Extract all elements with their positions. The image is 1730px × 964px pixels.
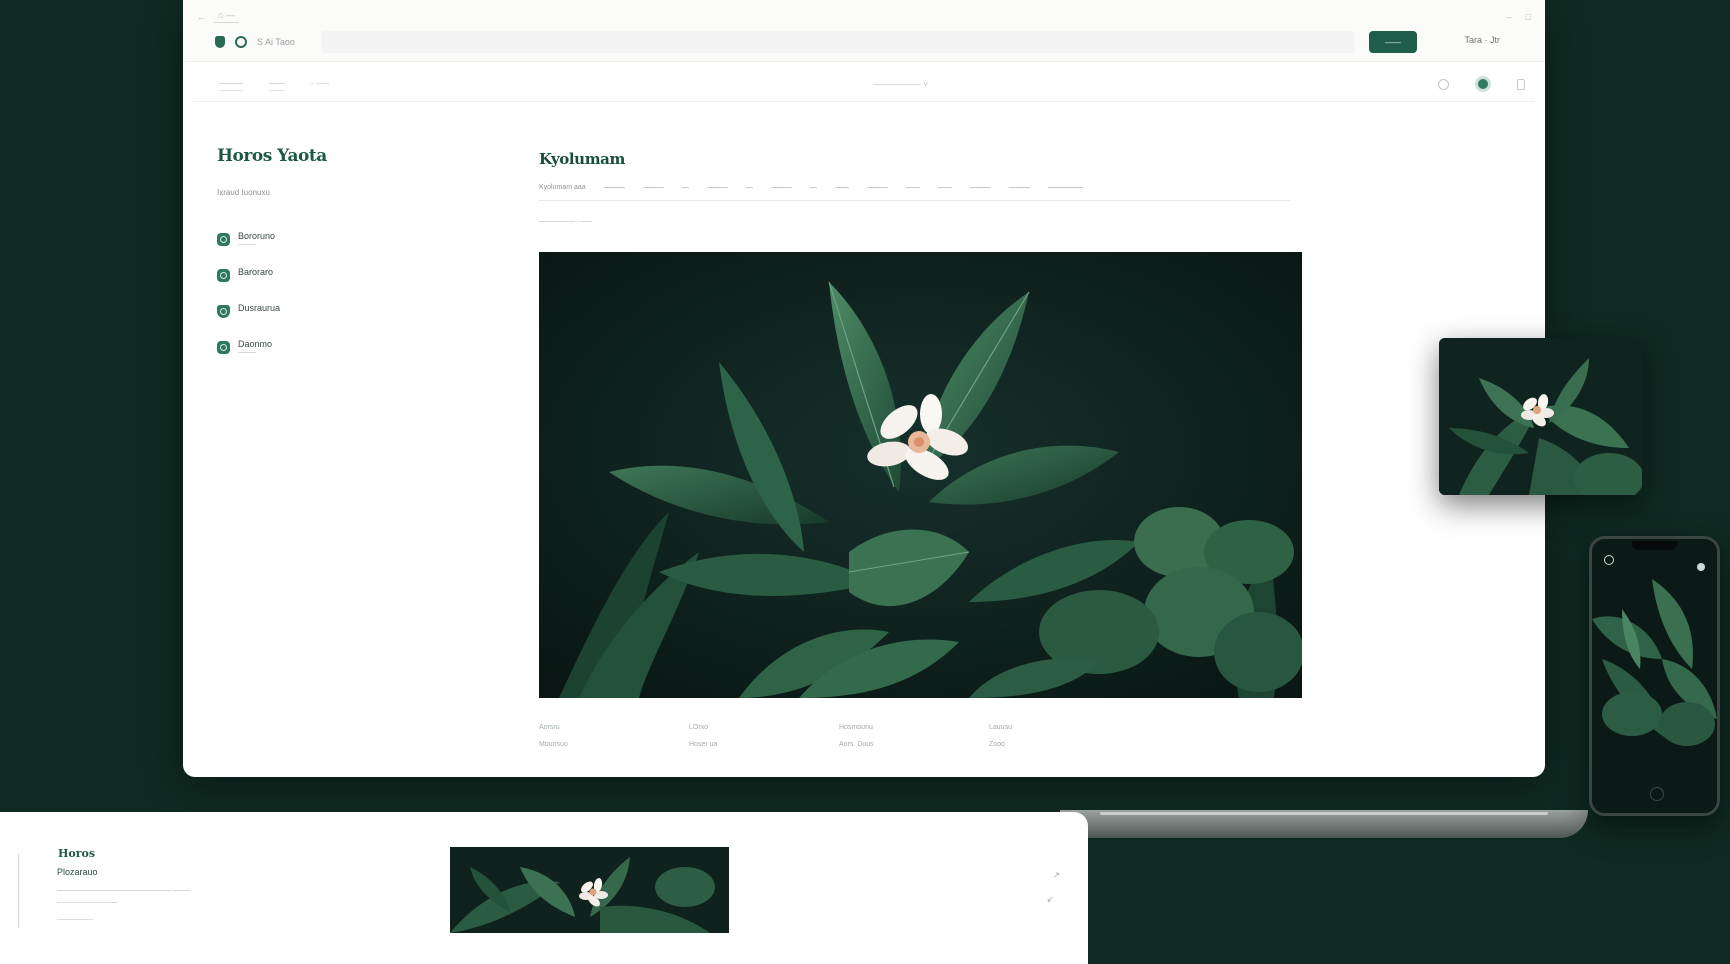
address-label: S Ai Taoo bbox=[257, 37, 295, 47]
divider bbox=[539, 200, 1291, 201]
browser-tab[interactable]: ⌂ — bbox=[214, 10, 239, 23]
breadcrumb-item[interactable]: ——— bbox=[867, 184, 888, 191]
table-cell: Zooo bbox=[989, 741, 1005, 748]
table-cell: Aors. Dous bbox=[839, 741, 874, 748]
breadcrumb-item[interactable]: ——— bbox=[707, 184, 728, 191]
meta-line: —————— · —— bbox=[539, 219, 593, 225]
sidebar-item-sub: ——— bbox=[238, 350, 256, 356]
avatar[interactable] bbox=[1475, 76, 1491, 92]
brand-subtitle: Ixraud Iuonuxu bbox=[217, 188, 270, 197]
banner-title: Plozarauo bbox=[57, 867, 98, 877]
primary-action-button[interactable]: —— bbox=[1369, 31, 1417, 53]
breadcrumb-item[interactable]: — bbox=[810, 184, 817, 191]
subnav-link-3[interactable]: - ----- bbox=[311, 79, 329, 90]
breadcrumb-item[interactable]: ——— bbox=[1009, 184, 1030, 191]
main-content: Kyolumam Kyolumam aaa ——— ——— — ——— — ——… bbox=[539, 150, 1303, 225]
back-icon[interactable]: ← bbox=[197, 12, 206, 22]
search-icon[interactable] bbox=[1438, 78, 1449, 90]
phone-notch bbox=[1632, 541, 1677, 550]
shield-icon bbox=[217, 305, 230, 318]
address-bar[interactable] bbox=[320, 31, 1355, 53]
table-cell: Mounsuo bbox=[539, 741, 568, 748]
page-title: Kyolumam bbox=[539, 150, 625, 168]
phone-menu-icon[interactable] bbox=[1697, 563, 1705, 571]
sidebar: Horos Yaota Ixraud Iuonuxu Bororuno ——— … bbox=[217, 146, 417, 375]
breadcrumb-item[interactable]: ——— bbox=[970, 184, 991, 191]
arrow-icon[interactable]: ↙ bbox=[1046, 894, 1054, 905]
breadcrumb-item[interactable]: — bbox=[682, 184, 689, 191]
table-row: Mounsuo Hoser ua Aors. Dous Zooo bbox=[539, 741, 1139, 748]
browser-chrome: ← ⌂ — – □ S Ai Taoo —— Tara · Jtr bbox=[183, 0, 1545, 62]
brand-logo[interactable]: Horos Yaota bbox=[217, 146, 417, 166]
phone-home-icon[interactable] bbox=[1650, 787, 1664, 801]
tablet-preview-card[interactable] bbox=[1439, 338, 1642, 495]
breadcrumb-item[interactable]: — bbox=[746, 184, 753, 191]
bookmark-icon[interactable] bbox=[1517, 78, 1525, 90]
banner-plant-illustration bbox=[450, 847, 729, 933]
banner-text: ——————————————————— ——— bbox=[57, 888, 191, 894]
breadcrumb-item[interactable]: ——— bbox=[643, 184, 664, 191]
banner-plant-image bbox=[450, 847, 729, 933]
phone-preview[interactable] bbox=[1589, 536, 1720, 816]
table-cell: Hoser ua bbox=[689, 741, 718, 748]
table-cell: Lauusu bbox=[989, 724, 1012, 731]
phone-camera-icon[interactable] bbox=[1604, 555, 1614, 565]
minimize-icon[interactable]: – bbox=[1507, 12, 1512, 22]
banner-text: —————— bbox=[57, 917, 93, 923]
table-row: Aorsru LOrxo Hosmounu Lauusu bbox=[539, 724, 1139, 731]
table-cell: Hosmounu bbox=[839, 724, 873, 731]
banner-brand[interactable]: Horos bbox=[58, 847, 95, 860]
details-table: Aorsru LOrxo Hosmounu Lauusu Mounsuo Hos… bbox=[539, 724, 1139, 758]
laptop-base bbox=[1060, 810, 1588, 838]
breadcrumb-item[interactable]: —— bbox=[906, 184, 920, 191]
sidebar-item-label: Baroraro bbox=[238, 267, 274, 277]
subnav-link-2[interactable]: —— bbox=[269, 79, 285, 91]
sidebar-item-4[interactable]: Daonmo ——— bbox=[217, 339, 417, 375]
sidebar-item-label: Dusraurua bbox=[238, 303, 281, 313]
sidebar-item-2[interactable]: Baroraro bbox=[217, 267, 417, 303]
account-label[interactable]: Tara · Jtr bbox=[1464, 35, 1500, 45]
sidebar-item-3[interactable]: Dusraurua bbox=[217, 303, 417, 339]
sidebar-item-label: Bororuno bbox=[238, 231, 276, 241]
maximize-icon[interactable]: □ bbox=[1526, 12, 1531, 22]
sidebar-item-sub: ——— bbox=[238, 242, 256, 248]
tablet-plant-image bbox=[1439, 338, 1642, 495]
breadcrumb: Kyolumam aaa ——— ——— — ——— — ——— — —— ——… bbox=[539, 184, 1303, 191]
bottom-banner: Horos Plozarauo ——————————————————— ——— … bbox=[0, 812, 1088, 964]
breadcrumb-item[interactable]: —— bbox=[938, 184, 952, 191]
hero-plant-image bbox=[539, 252, 1302, 698]
arrow-icon[interactable]: ↗ bbox=[1052, 870, 1060, 881]
sub-navigation: ——— —— - ----- —————— ˅ bbox=[193, 68, 1535, 102]
breadcrumb-item[interactable]: Kyolumam aaa bbox=[539, 184, 586, 191]
plant-icon bbox=[217, 233, 230, 246]
breadcrumb-item[interactable]: ——— bbox=[771, 184, 792, 191]
table-cell: LOrxo bbox=[689, 724, 709, 731]
sidebar-item-1[interactable]: Bororuno ——— bbox=[217, 231, 417, 267]
address-row: S Ai Taoo bbox=[215, 31, 1355, 53]
table-cell: Aorsru bbox=[539, 724, 560, 731]
pot-icon bbox=[217, 341, 230, 354]
subnav-icons bbox=[1438, 76, 1525, 92]
breadcrumb-item[interactable]: —— bbox=[835, 184, 849, 191]
phone-plant-image bbox=[1592, 539, 1717, 813]
sidebar-item-label: Daonmo bbox=[238, 339, 273, 349]
subnav-link-1[interactable]: ——— bbox=[219, 79, 243, 91]
site-info-icon[interactable] bbox=[235, 36, 247, 48]
sidebar-list: Bororuno ——— Baroraro Dusraurua Daonmo —… bbox=[217, 231, 417, 375]
breadcrumb-item[interactable]: ————— bbox=[1048, 184, 1083, 191]
banner-text: —————————— bbox=[57, 900, 117, 906]
tab-strip: ← ⌂ — bbox=[197, 10, 239, 23]
plant-illustration bbox=[539, 252, 1302, 698]
divider bbox=[18, 854, 19, 928]
leaf-icon bbox=[217, 269, 230, 282]
security-shield-icon bbox=[215, 36, 225, 48]
browser-window: ← ⌂ — – □ S Ai Taoo —— Tara · Jtr ——— ——… bbox=[183, 0, 1545, 777]
window-controls: – □ bbox=[1507, 12, 1531, 22]
breadcrumb-item[interactable]: ——— bbox=[604, 184, 625, 191]
subnav-dropdown[interactable]: —————— ˅ bbox=[873, 80, 928, 89]
